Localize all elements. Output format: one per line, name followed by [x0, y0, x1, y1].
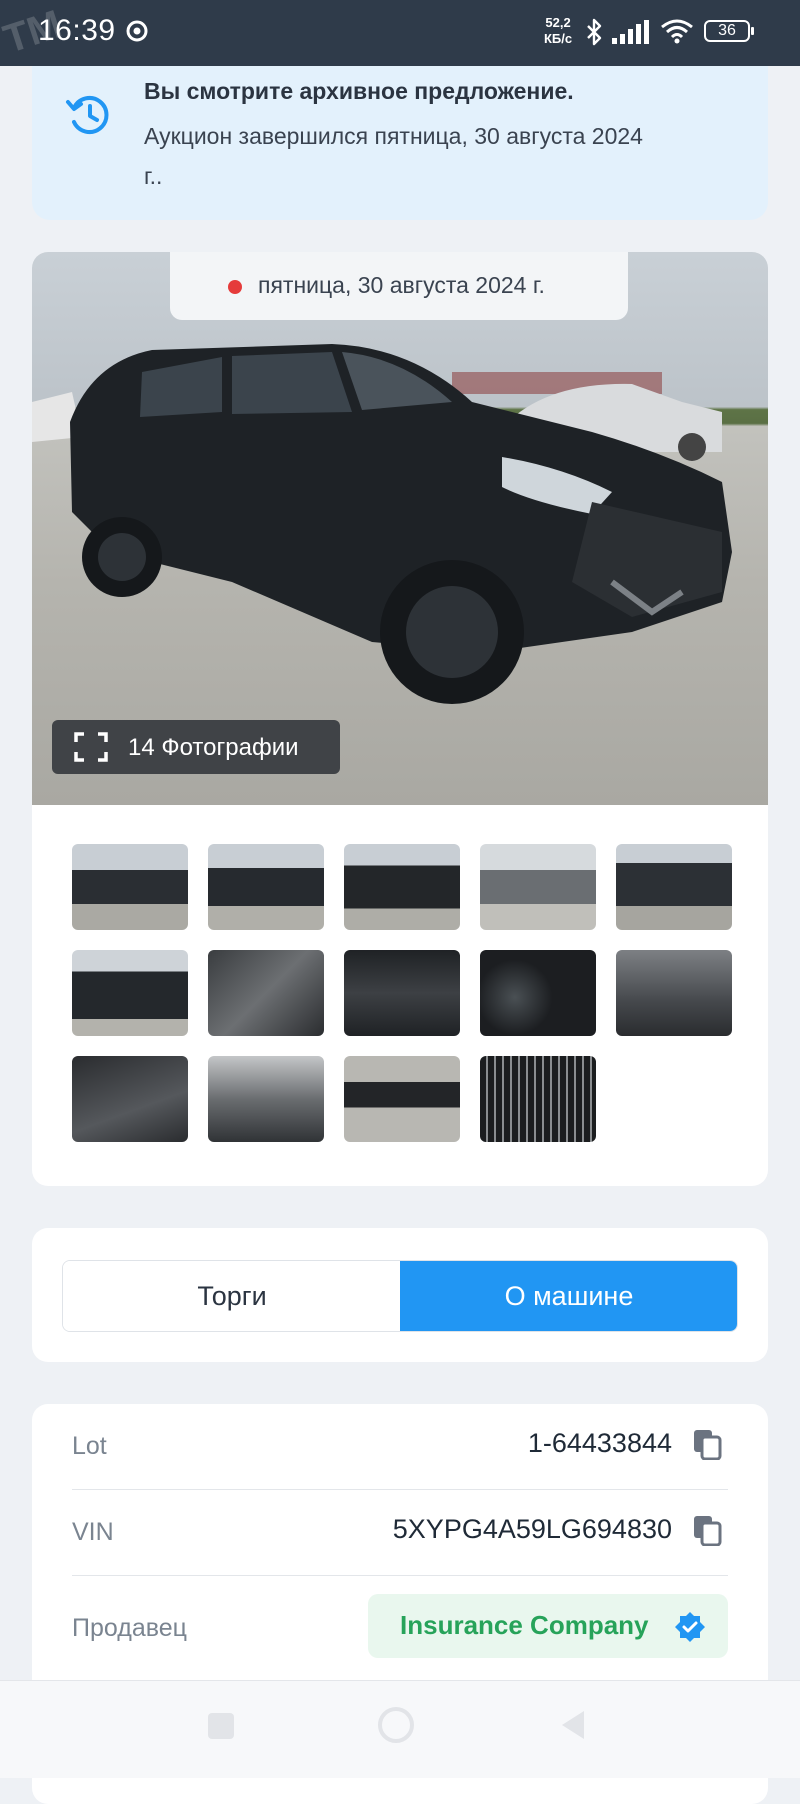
seller-value: Insurance Company: [400, 1610, 649, 1640]
main-photo[interactable]: пятница, 30 августа 2024 г. 14 Фотографи…: [32, 252, 768, 805]
thumbnail[interactable]: [344, 844, 460, 930]
thumbnail[interactable]: [480, 1056, 596, 1142]
battery-icon: 36: [704, 20, 754, 42]
segmented-control: Торги О машине: [62, 1260, 738, 1332]
vin-label: VIN: [72, 1518, 114, 1546]
live-dot-icon: [228, 280, 242, 294]
thumbnail[interactable]: [72, 950, 188, 1036]
network-speed: 52,2 КБ/с: [544, 15, 572, 47]
tab-auction[interactable]: Торги: [63, 1261, 401, 1331]
tabs-card: Торги О машине: [32, 1228, 768, 1362]
copy-icon[interactable]: [692, 1514, 722, 1546]
auction-date: пятница, 30 августа 2024 г.: [258, 272, 545, 298]
thumbnail[interactable]: [344, 950, 460, 1036]
thumbnail[interactable]: [344, 1056, 460, 1142]
notice-body: Аукцион завершился пятница, 30 августа 2…: [144, 123, 643, 189]
vin-value: 5XYPG4A59LG694830: [392, 1514, 672, 1544]
fullscreen-icon: [74, 732, 108, 762]
system-nav-bar: [0, 1680, 800, 1778]
recents-button[interactable]: [208, 1713, 234, 1739]
chrome-icon: [126, 20, 148, 42]
photos-count-label: 14 Фотографии: [128, 734, 299, 761]
thumbnail[interactable]: [72, 1056, 188, 1142]
status-bar: TM 16:39 52,2 КБ/с 36: [0, 0, 800, 66]
copy-icon[interactable]: [692, 1428, 722, 1460]
seller-badge: Insurance Company: [368, 1594, 728, 1658]
thumbnail[interactable]: [208, 950, 324, 1036]
tab-about-car[interactable]: О машине: [400, 1261, 737, 1331]
lot-row: Lot 1-64433844: [72, 1404, 728, 1490]
history-icon: [66, 96, 109, 134]
gallery-card: пятница, 30 августа 2024 г. 14 Фотографи…: [32, 252, 768, 1186]
home-button[interactable]: [378, 1707, 414, 1743]
lot-value: 1-64433844: [527, 1428, 672, 1458]
thumbnail[interactable]: [480, 950, 596, 1036]
bluetooth-icon: [587, 18, 602, 46]
thumbnail[interactable]: [616, 844, 732, 930]
network-speed-value: 52,2: [545, 15, 571, 30]
verified-icon: [675, 1612, 705, 1642]
photos-button[interactable]: 14 Фотографии: [52, 720, 340, 774]
signal-icon: [612, 20, 649, 44]
seller-row: Продавец Insurance Company: [72, 1586, 728, 1672]
network-speed-unit: КБ/с: [544, 31, 573, 46]
divider: [72, 1575, 728, 1576]
back-icon[interactable]: [558, 1709, 588, 1741]
lot-label: Lot: [72, 1432, 107, 1460]
status-time: 16:39: [38, 14, 116, 47]
thumbnail[interactable]: [208, 844, 324, 930]
thumbnail[interactable]: [480, 844, 596, 930]
thumbnail[interactable]: [72, 844, 188, 930]
thumbnail[interactable]: [616, 950, 732, 1036]
auction-date-pill: пятница, 30 августа 2024 г.: [170, 252, 628, 320]
thumbnail[interactable]: [208, 1056, 324, 1142]
archive-notice: Вы смотрите архивное предложение. Аукцио…: [32, 66, 768, 220]
notice-title: Вы смотрите архивное предложение.: [144, 78, 574, 104]
seller-label: Продавец: [72, 1614, 187, 1642]
wifi-icon: [661, 19, 693, 44]
vin-row: VIN 5XYPG4A59LG694830: [72, 1490, 728, 1576]
